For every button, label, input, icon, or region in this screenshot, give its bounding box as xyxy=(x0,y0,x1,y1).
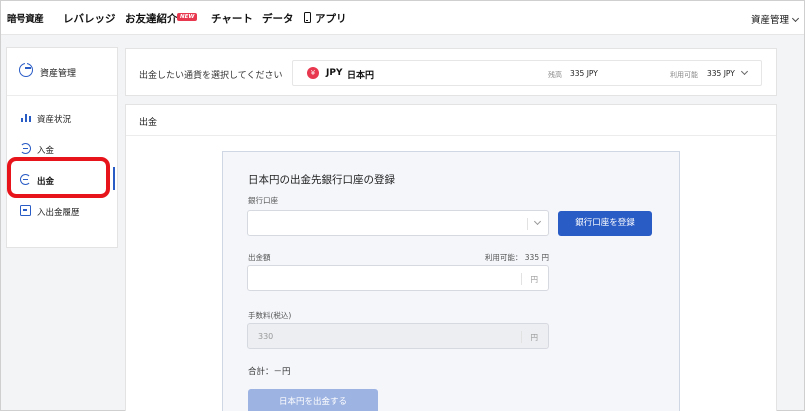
bank-account-select[interactable] xyxy=(247,210,549,236)
balance-label: 残高 xyxy=(548,71,562,79)
deposit-icon xyxy=(20,143,31,154)
fee-label: 手数料(税込) xyxy=(248,311,292,320)
chevron-down-icon xyxy=(791,14,800,23)
sidebar-item-label: 入出金履歴 xyxy=(37,208,80,218)
asset-menu-label: 資産管理 xyxy=(750,15,789,26)
withdraw-amount-input[interactable]: 円 xyxy=(247,265,549,291)
active-indicator xyxy=(113,167,115,190)
nav-app[interactable]: アプリ xyxy=(304,11,347,26)
total-amount: 合計：－円 xyxy=(248,367,291,377)
nav-leverage[interactable]: レバレッジ xyxy=(63,11,116,26)
bar-chart-icon xyxy=(20,112,31,123)
sidebar-header: 資産管理 xyxy=(7,48,117,96)
chevron-down-icon xyxy=(740,67,749,76)
sidebar-item-history[interactable]: 入出金履歴 xyxy=(7,198,117,224)
history-icon xyxy=(20,205,31,216)
sidebar-item-label: 入金 xyxy=(37,146,55,156)
sidebar: 資産管理 資産状況 入金 出金 入出金履歴 xyxy=(6,47,118,248)
currency-selector-panel: 出金したい通貨を選択してください ¥ JPY 日本円 残高 335 JPY 利用… xyxy=(125,48,777,96)
nav-referral[interactable]: お友達紹介 xyxy=(125,11,178,26)
sidebar-item-label: 資産状況 xyxy=(37,115,72,125)
sidebar-header-label: 資産管理 xyxy=(40,69,77,79)
divider xyxy=(126,135,776,136)
withdraw-panel: 出金 日本円の出金先銀行口座の登録 銀行口座 銀行口座を登録 出金額 利用可能：… xyxy=(125,104,777,411)
fee-unit: 円 xyxy=(530,333,539,342)
nav-chart[interactable]: チャート xyxy=(211,11,253,26)
page-title: 出金 xyxy=(139,118,158,128)
nav-app-label: アプリ xyxy=(315,13,347,25)
fee-value: 330 xyxy=(258,332,274,341)
yen-icon: ¥ xyxy=(307,67,319,79)
balance-value: 335 JPY xyxy=(570,69,598,78)
available-value: 335 JPY xyxy=(707,69,735,78)
phone-icon xyxy=(304,12,311,23)
register-bank-account-button[interactable]: 銀行口座を登録 xyxy=(558,211,652,236)
form-title: 日本円の出金先銀行口座の登録 xyxy=(248,174,395,186)
bank-account-label: 銀行口座 xyxy=(248,196,278,205)
nav-data[interactable]: データ xyxy=(262,11,294,26)
chevron-down-icon xyxy=(533,217,542,226)
pie-chart-icon xyxy=(19,62,33,77)
currency-select[interactable]: ¥ JPY 日本円 残高 335 JPY 利用可能 335 JPY xyxy=(292,60,762,86)
available-label: 利用可能 xyxy=(670,71,698,79)
nav-crypto[interactable]: 暗号資産 xyxy=(7,11,44,25)
currency-name: 日本円 xyxy=(347,71,375,81)
amount-available: 利用可能： 335 円 xyxy=(484,253,549,262)
new-badge: NEW xyxy=(177,13,198,21)
withdraw-form: 日本円の出金先銀行口座の登録 銀行口座 銀行口座を登録 出金額 利用可能： 33… xyxy=(222,151,680,411)
currency-code: JPY xyxy=(326,68,343,78)
withdraw-submit-button[interactable]: 日本円を出金する xyxy=(248,389,378,411)
amount-label: 出金額 xyxy=(248,253,271,262)
currency-prompt: 出金したい通貨を選択してください xyxy=(139,71,283,81)
highlight-annotation-box xyxy=(7,157,110,198)
top-nav: 暗号資産 レバレッジ お友達紹介 NEW チャート データ アプリ 資産管理 xyxy=(1,1,804,35)
asset-menu-dropdown[interactable]: 資産管理 xyxy=(750,12,800,26)
amount-unit: 円 xyxy=(530,275,539,284)
sidebar-item-asset-status[interactable]: 資産状況 xyxy=(7,105,117,131)
fee-field: 330 円 xyxy=(247,323,549,349)
